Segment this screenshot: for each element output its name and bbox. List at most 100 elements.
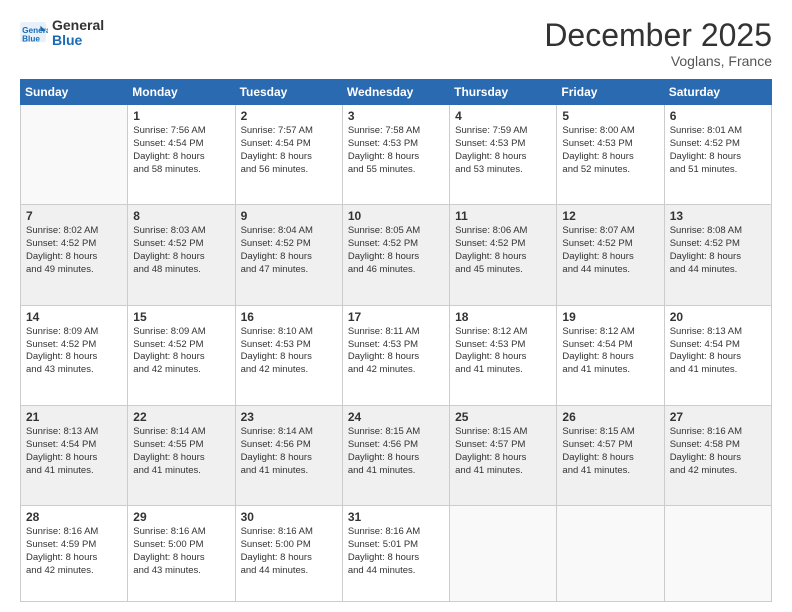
day-info: Sunrise: 8:01 AMSunset: 4:52 PMDaylight:… bbox=[670, 125, 767, 176]
day-cell: 30 Sunrise: 8:16 AMSunset: 5:00 PMDayligh… bbox=[235, 506, 342, 602]
day-info: Sunrise: 8:15 AMSunset: 4:57 PMDaylight:… bbox=[455, 426, 552, 477]
day-cell: 22Sunrise: 8:14 AMSunset: 4:55 PMDayligh… bbox=[128, 406, 235, 506]
day-number: 11 bbox=[455, 209, 552, 223]
day-cell bbox=[664, 506, 771, 602]
day-number: 23 bbox=[241, 410, 338, 424]
week-row: 14 Sunrise: 8:09 AMSunset: 4:52 PMDayligh… bbox=[21, 305, 772, 405]
logo-line1: General bbox=[52, 18, 104, 33]
week-row: 28Sunrise: 8:16 AMSunset: 4:59 PMDayligh… bbox=[21, 506, 772, 602]
day-cell: 7 Sunrise: 8:02 AMSunset: 4:52 PMDaylight… bbox=[21, 205, 128, 305]
day-header-thursday: Thursday bbox=[450, 80, 557, 105]
day-number: 17 bbox=[348, 310, 445, 324]
logo: General Blue General Blue bbox=[20, 18, 104, 49]
logo-icon: General Blue bbox=[20, 22, 48, 44]
day-info: Sunrise: 8:07 AMSunset: 4:52 PMDaylight:… bbox=[562, 225, 659, 276]
day-info: Sunrise: 8:13 AMSunset: 4:54 PMDaylight:… bbox=[26, 426, 123, 477]
day-number: 29 bbox=[133, 510, 230, 524]
day-header-sunday: Sunday bbox=[21, 80, 128, 105]
day-info: Sunrise: 8:06 AMSunset: 4:52 PMDaylight:… bbox=[455, 225, 552, 276]
day-info: Sunrise: 8:16 AMSunset: 4:59 PMDaylight:… bbox=[26, 526, 123, 577]
day-cell: 11 Sunrise: 8:06 AMSunset: 4:52 PMDayligh… bbox=[450, 205, 557, 305]
day-header-wednesday: Wednesday bbox=[342, 80, 449, 105]
day-number: 31 bbox=[348, 510, 445, 524]
day-info: Sunrise: 8:09 AMSunset: 4:52 PMDaylight:… bbox=[26, 326, 123, 377]
day-cell: 4Sunrise: 7:59 AMSunset: 4:53 PMDaylight… bbox=[450, 105, 557, 205]
day-header-saturday: Saturday bbox=[664, 80, 771, 105]
day-cell bbox=[21, 105, 128, 205]
month-title: December 2025 bbox=[544, 18, 772, 53]
day-info: Sunrise: 8:16 AMSunset: 5:01 PMDaylight:… bbox=[348, 526, 445, 577]
day-number: 2 bbox=[241, 109, 338, 123]
page: General Blue General Blue December 2025 … bbox=[0, 0, 792, 612]
day-cell: 1 Sunrise: 7:56 AMSunset: 4:54 PMDaylight… bbox=[128, 105, 235, 205]
day-info: Sunrise: 7:57 AMSunset: 4:54 PMDaylight:… bbox=[241, 125, 338, 176]
day-info: Sunrise: 8:08 AMSunset: 4:52 PMDaylight:… bbox=[670, 225, 767, 276]
day-number: 15 bbox=[133, 310, 230, 324]
day-cell: 8 Sunrise: 8:03 AMSunset: 4:52 PMDaylight… bbox=[128, 205, 235, 305]
title-block: December 2025 Voglans, France bbox=[544, 18, 772, 69]
day-number: 22 bbox=[133, 410, 230, 424]
location: Voglans, France bbox=[544, 53, 772, 69]
svg-text:Blue: Blue bbox=[22, 35, 40, 44]
day-number: 10 bbox=[348, 209, 445, 223]
day-number: 30 bbox=[241, 510, 338, 524]
day-cell: 6 Sunrise: 8:01 AMSunset: 4:52 PMDaylight… bbox=[664, 105, 771, 205]
day-cell: 31 Sunrise: 8:16 AMSunset: 5:01 PMDayligh… bbox=[342, 506, 449, 602]
day-cell: 27Sunrise: 8:16 AMSunset: 4:58 PMDayligh… bbox=[664, 406, 771, 506]
day-info: Sunrise: 8:02 AMSunset: 4:52 PMDaylight:… bbox=[26, 225, 123, 276]
day-cell: 5 Sunrise: 8:00 AMSunset: 4:53 PMDaylight… bbox=[557, 105, 664, 205]
day-header-friday: Friday bbox=[557, 80, 664, 105]
day-info: Sunrise: 8:13 AMSunset: 4:54 PMDaylight:… bbox=[670, 326, 767, 377]
day-info: Sunrise: 8:14 AMSunset: 4:56 PMDaylight:… bbox=[241, 426, 338, 477]
day-cell: 20 Sunrise: 8:13 AMSunset: 4:54 PMDayligh… bbox=[664, 305, 771, 405]
day-info: Sunrise: 8:16 AMSunset: 4:58 PMDaylight:… bbox=[670, 426, 767, 477]
day-number: 8 bbox=[133, 209, 230, 223]
day-cell: 19 Sunrise: 8:12 AMSunset: 4:54 PMDayligh… bbox=[557, 305, 664, 405]
day-cell: 15 Sunrise: 8:09 AMSunset: 4:52 PMDayligh… bbox=[128, 305, 235, 405]
day-info: Sunrise: 8:16 AMSunset: 5:00 PMDaylight:… bbox=[241, 526, 338, 577]
day-number: 3 bbox=[348, 109, 445, 123]
day-cell: 23 Sunrise: 8:14 AMSunset: 4:56 PMDayligh… bbox=[235, 406, 342, 506]
day-number: 1 bbox=[133, 109, 230, 123]
day-cell: 2 Sunrise: 7:57 AMSunset: 4:54 PMDaylight… bbox=[235, 105, 342, 205]
week-row: 21 Sunrise: 8:13 AMSunset: 4:54 PMDayligh… bbox=[21, 406, 772, 506]
day-info: Sunrise: 7:59 AMSunset: 4:53 PMDaylight:… bbox=[455, 125, 552, 176]
day-info: Sunrise: 7:58 AMSunset: 4:53 PMDaylight:… bbox=[348, 125, 445, 176]
day-number: 6 bbox=[670, 109, 767, 123]
day-number: 21 bbox=[26, 410, 123, 424]
day-info: Sunrise: 8:15 AMSunset: 4:57 PMDaylight:… bbox=[562, 426, 659, 477]
day-info: Sunrise: 8:10 AMSunset: 4:53 PMDaylight:… bbox=[241, 326, 338, 377]
day-cell: 24Sunrise: 8:15 AMSunset: 4:56 PMDayligh… bbox=[342, 406, 449, 506]
day-info: Sunrise: 8:04 AMSunset: 4:52 PMDaylight:… bbox=[241, 225, 338, 276]
day-cell: 21 Sunrise: 8:13 AMSunset: 4:54 PMDayligh… bbox=[21, 406, 128, 506]
day-info: Sunrise: 8:03 AMSunset: 4:52 PMDaylight:… bbox=[133, 225, 230, 276]
day-info: Sunrise: 8:00 AMSunset: 4:53 PMDaylight:… bbox=[562, 125, 659, 176]
day-number: 5 bbox=[562, 109, 659, 123]
day-cell: 25 Sunrise: 8:15 AMSunset: 4:57 PMDayligh… bbox=[450, 406, 557, 506]
header: General Blue General Blue December 2025 … bbox=[20, 18, 772, 69]
day-info: Sunrise: 8:05 AMSunset: 4:52 PMDaylight:… bbox=[348, 225, 445, 276]
day-number: 14 bbox=[26, 310, 123, 324]
day-header-monday: Monday bbox=[128, 80, 235, 105]
day-number: 20 bbox=[670, 310, 767, 324]
day-number: 12 bbox=[562, 209, 659, 223]
day-number: 19 bbox=[562, 310, 659, 324]
day-number: 18 bbox=[455, 310, 552, 324]
day-cell: 9Sunrise: 8:04 AMSunset: 4:52 PMDaylight… bbox=[235, 205, 342, 305]
week-row: 7 Sunrise: 8:02 AMSunset: 4:52 PMDaylight… bbox=[21, 205, 772, 305]
calendar-table: SundayMondayTuesdayWednesdayThursdayFrid… bbox=[20, 79, 772, 602]
day-cell: 17Sunrise: 8:11 AMSunset: 4:53 PMDayligh… bbox=[342, 305, 449, 405]
header-row: SundayMondayTuesdayWednesdayThursdayFrid… bbox=[21, 80, 772, 105]
day-number: 7 bbox=[26, 209, 123, 223]
day-header-tuesday: Tuesday bbox=[235, 80, 342, 105]
day-info: Sunrise: 8:09 AMSunset: 4:52 PMDaylight:… bbox=[133, 326, 230, 377]
day-info: Sunrise: 8:16 AMSunset: 5:00 PMDaylight:… bbox=[133, 526, 230, 577]
day-number: 25 bbox=[455, 410, 552, 424]
day-number: 13 bbox=[670, 209, 767, 223]
day-info: Sunrise: 8:12 AMSunset: 4:54 PMDaylight:… bbox=[562, 326, 659, 377]
day-info: Sunrise: 8:12 AMSunset: 4:53 PMDaylight:… bbox=[455, 326, 552, 377]
day-info: Sunrise: 7:56 AMSunset: 4:54 PMDaylight:… bbox=[133, 125, 230, 176]
day-cell bbox=[557, 506, 664, 602]
day-cell: 13 Sunrise: 8:08 AMSunset: 4:52 PMDayligh… bbox=[664, 205, 771, 305]
day-cell: 10 Sunrise: 8:05 AMSunset: 4:52 PMDayligh… bbox=[342, 205, 449, 305]
